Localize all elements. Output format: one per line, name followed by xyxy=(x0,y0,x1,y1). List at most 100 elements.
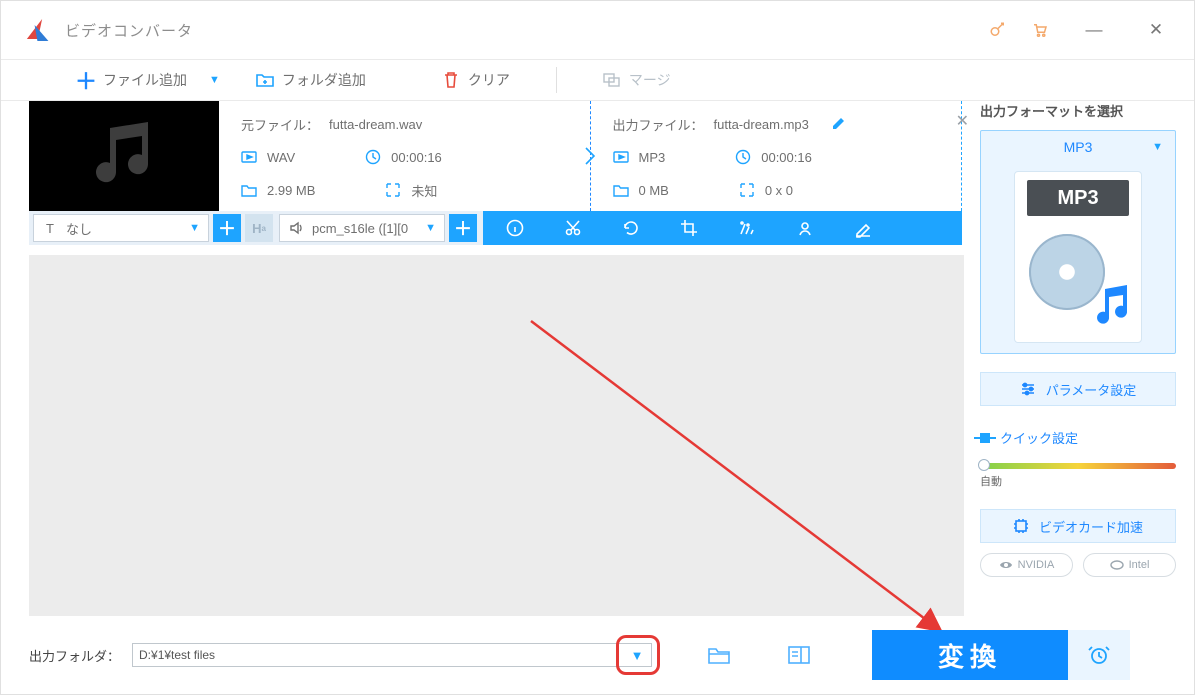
format-caret-icon: ▼ xyxy=(1152,141,1163,153)
nvidia-eye-icon xyxy=(999,559,1013,571)
crop-icon[interactable] xyxy=(679,218,699,238)
footer-bar: 出力フォルダ： ▼ 変換 xyxy=(29,630,1176,680)
merge-icon xyxy=(603,71,621,89)
activate-icon[interactable] xyxy=(986,18,1010,42)
output-folder-label: 出力フォルダ： xyxy=(29,646,120,665)
output-duration: 00:00:16 xyxy=(761,150,812,165)
right-panel: 出力フォーマットを選択 MP3 ▼ MP3 パラメータ設定 クイック設定 自動 … xyxy=(980,101,1176,577)
edit-output-name-icon[interactable] xyxy=(831,115,847,134)
text-icon: T xyxy=(42,220,58,236)
video-format-icon xyxy=(613,149,629,165)
format-badge: MP3 xyxy=(1027,180,1129,216)
toolbar-separator xyxy=(556,67,557,93)
rotate-icon[interactable] xyxy=(621,218,641,238)
output-dimensions: 0 x 0 xyxy=(765,183,793,198)
parameter-settings-button[interactable]: パラメータ設定 xyxy=(980,372,1176,406)
cart-icon[interactable] xyxy=(1028,18,1052,42)
output-file-panel: 出力ファイル： futta-dream.mp3 MP3 00:00:16 0 M… xyxy=(591,101,963,211)
file-item-row: 元ファイル： futta-dream.wav WAV 00:00:16 2.99… xyxy=(29,101,962,211)
audio-caret-icon: ▼ xyxy=(425,222,436,234)
output-folder-caret-icon[interactable]: ▼ xyxy=(623,643,651,667)
subtitle-style-button[interactable]: Ha xyxy=(245,214,273,242)
intel-oval-icon xyxy=(1110,559,1124,571)
quality-slider[interactable] xyxy=(980,463,1176,469)
tasks-button[interactable] xyxy=(786,642,812,668)
format-selected-value: MP3 xyxy=(1064,139,1093,155)
subtitle-value: なし xyxy=(66,219,92,238)
clear-label: クリア xyxy=(468,70,510,90)
video-format-icon xyxy=(241,149,257,165)
clock-icon xyxy=(735,149,751,165)
file-thumbnail[interactable] xyxy=(29,101,219,211)
add-file-button[interactable]: ＋ ファイル追加 ▼ xyxy=(59,59,238,101)
source-dimensions: 未知 xyxy=(411,181,437,200)
dimensions-icon xyxy=(385,182,401,198)
format-selector[interactable]: MP3 ▼ MP3 xyxy=(980,130,1176,354)
slider-knob[interactable] xyxy=(978,459,990,471)
trash-icon xyxy=(442,71,460,89)
merge-label: マージ xyxy=(629,70,671,90)
folder-plus-icon xyxy=(256,71,274,89)
quick-settings-label: クイック設定 xyxy=(1000,428,1078,447)
convert-button[interactable]: 変換 xyxy=(872,630,1068,680)
edit-toolbar xyxy=(483,211,962,245)
source-format: WAV xyxy=(267,150,295,165)
subtitle-caret-icon: ▼ xyxy=(189,222,200,234)
speaker-icon xyxy=(288,220,304,236)
add-file-label: ファイル追加 xyxy=(103,70,187,90)
nvidia-label: NVIDIA xyxy=(1018,559,1055,571)
output-folder-field[interactable]: ▼ xyxy=(132,643,652,667)
add-audio-button[interactable]: ＋ xyxy=(449,214,477,242)
plus-icon: ＋ xyxy=(77,71,95,89)
format-preview-card: MP3 xyxy=(1014,171,1142,343)
info-icon[interactable] xyxy=(505,218,525,238)
convert-label: 変換 xyxy=(938,637,1002,674)
gpu-accel-label: ビデオカード加速 xyxy=(1039,517,1143,536)
effects-icon[interactable] xyxy=(737,218,757,238)
add-file-caret-icon[interactable]: ▼ xyxy=(209,74,220,86)
nvidia-chip[interactable]: NVIDIA xyxy=(980,553,1073,577)
clock-icon xyxy=(365,149,381,165)
app-logo-icon xyxy=(29,19,51,41)
title-bar: ビデオコンバータ — ✕ xyxy=(1,1,1194,59)
main-toolbar: ＋ ファイル追加 ▼ フォルダ追加 クリア マージ xyxy=(1,59,1194,101)
window-close-button[interactable]: ✕ xyxy=(1136,20,1176,40)
music-note-icon xyxy=(1089,283,1133,332)
chip-icon xyxy=(1013,518,1029,534)
output-filename: futta-dream.mp3 xyxy=(714,117,809,132)
app-title: ビデオコンバータ xyxy=(65,20,193,41)
merge-button[interactable]: マージ xyxy=(585,59,689,101)
folder-size-icon xyxy=(241,182,257,198)
quick-settings-row[interactable]: クイック設定 xyxy=(980,428,1176,447)
folder-size-icon xyxy=(613,182,629,198)
source-duration: 00:00:16 xyxy=(391,150,442,165)
edit-pen-icon[interactable] xyxy=(853,218,873,238)
output-folder-input[interactable] xyxy=(132,643,652,667)
schedule-button[interactable] xyxy=(1068,630,1130,680)
intel-label: Intel xyxy=(1129,559,1150,571)
audio-dropdown[interactable]: pcm_s16le ([1][0 ▼ xyxy=(279,214,445,242)
audio-codec-value: pcm_s16le ([1][0 xyxy=(312,221,408,236)
subtitle-dropdown[interactable]: T なし ▼ xyxy=(33,214,209,242)
window-minimize-button[interactable]: — xyxy=(1074,20,1114,40)
clear-button[interactable]: クリア xyxy=(424,59,528,101)
source-file-panel: 元ファイル： futta-dream.wav WAV 00:00:16 2.99… xyxy=(219,101,591,211)
source-size: 2.99 MB xyxy=(267,183,315,198)
output-format-title: 出力フォーマットを選択 xyxy=(980,101,1176,120)
cut-icon[interactable] xyxy=(563,218,583,238)
add-folder-button[interactable]: フォルダ追加 xyxy=(238,59,384,101)
gpu-chips-row: NVIDIA Intel xyxy=(980,553,1176,577)
quick-marker-icon xyxy=(980,433,990,443)
sliders-icon xyxy=(1020,382,1036,396)
edit-strip: T なし ▼ ＋ Ha pcm_s16le ([1][0 ▼ ＋ xyxy=(29,211,962,245)
gpu-accel-button[interactable]: ビデオカード加速 xyxy=(980,509,1176,543)
source-filename: futta-dream.wav xyxy=(329,117,422,132)
parameter-settings-label: パラメータ設定 xyxy=(1046,380,1137,399)
remove-file-button[interactable]: ✕ xyxy=(956,111,969,131)
output-format: MP3 xyxy=(639,150,666,165)
open-folder-button[interactable] xyxy=(706,642,732,668)
watermark-icon[interactable] xyxy=(795,218,815,238)
add-subtitle-button[interactable]: ＋ xyxy=(213,214,241,242)
output-size: 0 MB xyxy=(639,183,669,198)
intel-chip[interactable]: Intel xyxy=(1083,553,1176,577)
